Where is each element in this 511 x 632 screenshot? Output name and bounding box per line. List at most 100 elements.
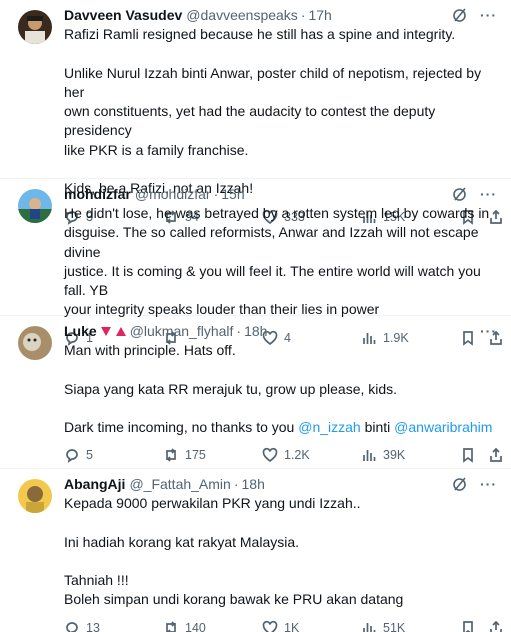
text-line: Kepada 9000 perwakilan PKR yang undi Izz… bbox=[64, 495, 361, 511]
views-icon bbox=[363, 622, 376, 632]
separator-dot: · bbox=[300, 7, 306, 23]
separator-dot: · bbox=[233, 476, 239, 492]
share-button[interactable] bbox=[488, 620, 504, 632]
text-line: Siapa yang kata RR merajuk tu, grow up p… bbox=[64, 380, 398, 397]
text-fragment: Dark time incoming, no thanks to you bbox=[64, 419, 299, 436]
reply-count: 13 bbox=[86, 620, 100, 632]
views-icon bbox=[363, 450, 376, 462]
bookmark-button[interactable] bbox=[460, 620, 476, 632]
tweet-text: Kepada 9000 perwakilan PKR yang undi Izz… bbox=[64, 494, 499, 610]
tweet-header: Luke @lukman_flyhalf · 18h bbox=[64, 322, 499, 340]
mention-link[interactable]: @anwaribrahim bbox=[394, 419, 492, 435]
text-line: Dark time incoming, no thanks to you @n_… bbox=[64, 418, 499, 437]
tweet-abangaji[interactable]: AbangAji @_Fattah_Amin · 18h ··· Kepada … bbox=[0, 469, 511, 632]
like-icon bbox=[262, 448, 278, 463]
avatar[interactable] bbox=[18, 326, 52, 360]
text-line bbox=[64, 513, 499, 532]
avatar[interactable] bbox=[18, 189, 52, 223]
text-line bbox=[64, 44, 499, 63]
text-line: Boleh simpan undi korang bawak ke PRU ak… bbox=[64, 591, 404, 608]
mention-link[interactable]: @n_izzah bbox=[298, 419, 360, 435]
avatar-image bbox=[18, 189, 52, 223]
repost-count: 175 bbox=[185, 448, 206, 463]
like-count: 1K bbox=[284, 620, 300, 632]
display-name[interactable]: Davveen Vasudev bbox=[64, 7, 182, 23]
repost-button[interactable]: 140 bbox=[163, 620, 206, 632]
timestamp[interactable]: 15h bbox=[221, 186, 244, 202]
name-emoji bbox=[100, 326, 126, 336]
repost-count: 140 bbox=[185, 620, 206, 632]
views-button[interactable]: 39K bbox=[361, 447, 405, 463]
reply-button[interactable]: 13 bbox=[64, 620, 100, 632]
text-line bbox=[64, 160, 499, 179]
like-button[interactable]: 1.2K bbox=[262, 447, 310, 463]
text-line: Unlike Nurul Izzah binti Anwar, poster c… bbox=[64, 64, 482, 100]
share-button[interactable] bbox=[488, 447, 504, 463]
text-line: Rafizi Ramli resigned because he still h… bbox=[64, 26, 456, 42]
bookmark-icon bbox=[463, 620, 473, 632]
text-line: He didn't lose, he was betrayed by a rot… bbox=[64, 205, 490, 221]
tweet-mohdizfar[interactable]: mohdizfar @mohdizfar · 15h ··· He didn't… bbox=[0, 179, 511, 346]
tweet-luke[interactable]: Luke @lukman_flyhalf · 18h ··· Man with … bbox=[0, 316, 511, 469]
display-name[interactable]: AbangAji bbox=[64, 476, 125, 492]
tweet-davveen[interactable]: Davveen Vasudev @davveenspeaks · 17h ···… bbox=[0, 0, 511, 225]
separator-dot: · bbox=[236, 323, 242, 339]
grok-icon[interactable] bbox=[452, 186, 468, 202]
grok-icon[interactable] bbox=[452, 7, 468, 23]
text-line: own constituents, yet had the audacity t… bbox=[64, 103, 436, 139]
red-triangle-down-icon bbox=[100, 326, 111, 336]
text-line: Ini hadiah korang kat rakyat Malaysia. bbox=[64, 533, 300, 550]
bookmark-icon bbox=[463, 448, 473, 464]
display-name[interactable]: mohdizfar bbox=[64, 186, 131, 202]
text-line: disguise. The so called reformists, Anwa… bbox=[64, 224, 479, 260]
user-handle[interactable]: @lukman_flyhalf bbox=[130, 323, 234, 339]
tweet-actions: 13 140 1K 51K bbox=[64, 610, 502, 632]
text-line: Man with principle. Hats off. bbox=[64, 342, 236, 358]
share-icon bbox=[490, 620, 502, 632]
tweet-header: mohdizfar @mohdizfar · 15h bbox=[64, 185, 499, 203]
more-options-button[interactable]: ··· bbox=[480, 476, 497, 492]
avatar[interactable] bbox=[18, 479, 52, 513]
tweet-header: AbangAji @_Fattah_Amin · 18h bbox=[64, 475, 499, 493]
more-options-button[interactable]: ··· bbox=[480, 186, 497, 202]
more-options-button[interactable]: ··· bbox=[480, 323, 497, 339]
bookmark-button[interactable] bbox=[460, 447, 476, 464]
text-line bbox=[64, 360, 499, 379]
reply-button[interactable]: 5 bbox=[64, 447, 93, 464]
reply-icon bbox=[66, 449, 78, 464]
views-count: 51K bbox=[383, 620, 406, 632]
reply-count: 5 bbox=[86, 448, 93, 463]
tweet-header: Davveen Vasudev @davveenspeaks · 17h bbox=[64, 6, 499, 24]
timestamp[interactable]: 17h bbox=[308, 7, 331, 23]
timestamp[interactable]: 18h bbox=[244, 323, 267, 339]
user-handle[interactable]: @mohdizfar bbox=[135, 186, 211, 202]
timestamp[interactable]: 18h bbox=[242, 476, 265, 492]
text-line: justice. It is coming & you will feel it… bbox=[64, 262, 481, 299]
tweet-text: Rafizi Ramli resigned because he still h… bbox=[64, 25, 499, 199]
more-options-button[interactable]: ··· bbox=[480, 7, 497, 23]
avatar-image bbox=[18, 10, 52, 44]
text-line: like PKR is a family franchise. bbox=[64, 141, 249, 158]
header-icons: ··· bbox=[452, 186, 497, 202]
repost-icon bbox=[166, 448, 176, 463]
repost-button[interactable]: 175 bbox=[163, 447, 206, 463]
header-icons: ··· bbox=[480, 323, 497, 339]
views-button[interactable]: 51K bbox=[361, 620, 405, 632]
text-line bbox=[64, 399, 499, 418]
views-count: 39K bbox=[383, 448, 406, 463]
red-triangle-up-icon bbox=[115, 326, 126, 336]
avatar-image bbox=[18, 479, 52, 513]
display-name[interactable]: Luke bbox=[64, 323, 97, 339]
like-button[interactable]: 1K bbox=[262, 620, 299, 632]
like-icon bbox=[262, 620, 278, 632]
user-handle[interactable]: @_Fattah_Amin bbox=[129, 476, 230, 492]
grok-icon[interactable] bbox=[452, 476, 468, 492]
reply-icon bbox=[66, 621, 78, 632]
separator-dot: · bbox=[213, 186, 219, 202]
header-icons: ··· bbox=[452, 7, 497, 23]
share-icon bbox=[490, 448, 502, 463]
user-handle[interactable]: @davveenspeaks bbox=[186, 7, 298, 23]
text-fragment: binti bbox=[360, 419, 395, 436]
tweet-text: Man with principle. Hats off. Siapa yang… bbox=[64, 341, 499, 437]
avatar[interactable] bbox=[18, 10, 52, 44]
